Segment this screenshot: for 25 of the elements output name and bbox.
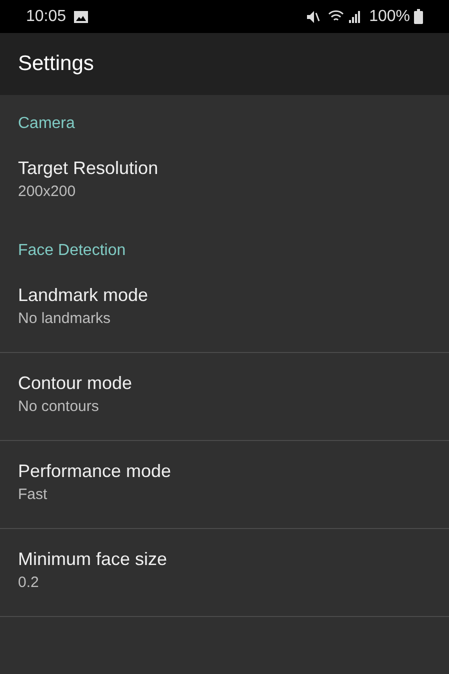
preference-title: Contour mode bbox=[18, 372, 132, 395]
preference-title: Landmark mode bbox=[18, 284, 148, 307]
image-icon bbox=[74, 10, 88, 22]
mute-icon bbox=[306, 10, 320, 24]
status-time: 10:05 bbox=[26, 6, 66, 26]
preference-summary: No contours bbox=[18, 397, 99, 417]
preference-item[interactable]: Target Resolution 200x200 bbox=[0, 138, 449, 222]
category-title: Face Detection bbox=[18, 241, 126, 261]
preference-title: Minimum face size bbox=[18, 548, 168, 571]
category-title: Camera bbox=[18, 114, 75, 134]
preference-item[interactable]: Minimum face size 0.2 bbox=[0, 529, 449, 617]
preference-item[interactable]: Landmark mode No landmarks bbox=[0, 265, 449, 353]
wifi-icon bbox=[328, 10, 344, 23]
preference-item[interactable]: Contour mode No contours bbox=[0, 353, 449, 441]
preference-summary: Fast bbox=[18, 485, 48, 505]
signal-icon bbox=[349, 10, 362, 22]
preference-item[interactable]: Performance mode Fast bbox=[0, 441, 449, 529]
preference-title: Target Resolution bbox=[18, 157, 158, 180]
preference-summary: 200x200 bbox=[18, 182, 76, 202]
preference-summary: 0.2 bbox=[18, 573, 39, 593]
preference-title: Performance mode bbox=[18, 460, 172, 483]
battery-icon bbox=[414, 9, 423, 24]
preference-summary: No landmarks bbox=[18, 309, 111, 329]
app-bar-title: Settings bbox=[18, 51, 94, 78]
battery-percent: 100% bbox=[369, 6, 410, 26]
